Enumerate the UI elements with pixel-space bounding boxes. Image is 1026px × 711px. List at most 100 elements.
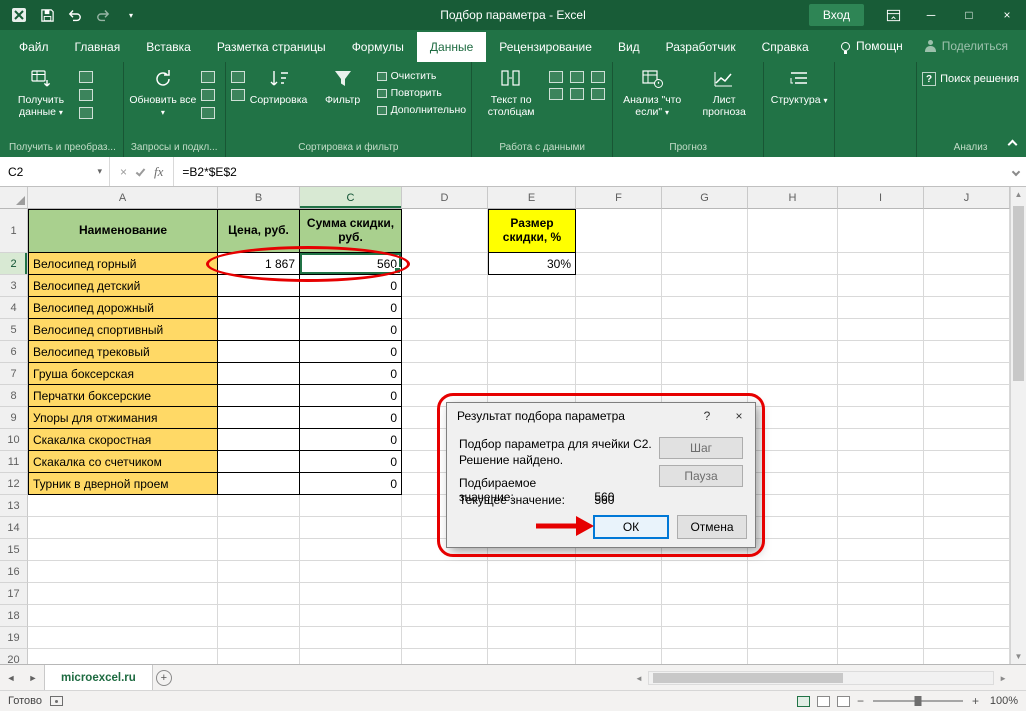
cell-D16[interactable] — [402, 561, 488, 583]
cell-A20[interactable] — [28, 649, 218, 664]
cell-D20[interactable] — [402, 649, 488, 664]
share-button[interactable]: Поделиться — [917, 30, 1016, 62]
cell-C20[interactable] — [300, 649, 402, 664]
cell-H3[interactable] — [748, 275, 838, 297]
cell-H2[interactable] — [748, 253, 838, 275]
cell-I4[interactable] — [838, 297, 924, 319]
hscroll-left-icon[interactable]: ◄ — [632, 674, 646, 683]
cell-C15[interactable] — [300, 539, 402, 561]
select-all-corner[interactable] — [0, 187, 28, 209]
cell-A9[interactable]: Упоры для отжимания — [28, 407, 218, 429]
cell-B16[interactable] — [218, 561, 300, 583]
row-header-18[interactable]: 18 — [0, 605, 28, 627]
cell-H17[interactable] — [748, 583, 838, 605]
sort-button[interactable]: Сортировка — [249, 64, 309, 106]
cell-J20[interactable] — [924, 649, 1010, 664]
macro-record-icon[interactable] — [50, 696, 63, 706]
tab-view[interactable]: Вид — [605, 32, 653, 62]
cell-A19[interactable] — [28, 627, 218, 649]
normal-view-icon[interactable] — [797, 696, 810, 707]
cell-B5[interactable] — [218, 319, 300, 341]
cell-B12[interactable] — [218, 473, 300, 495]
save-icon[interactable] — [34, 3, 60, 27]
cell-A16[interactable] — [28, 561, 218, 583]
cell-F20[interactable] — [576, 649, 662, 664]
solver-button[interactable]: ? Поиск решения — [922, 64, 1019, 86]
row-header-14[interactable]: 14 — [0, 517, 28, 539]
cell-E18[interactable] — [488, 605, 576, 627]
cell-H5[interactable] — [748, 319, 838, 341]
cell-B9[interactable] — [218, 407, 300, 429]
cell-J18[interactable] — [924, 605, 1010, 627]
cell-H8[interactable] — [748, 385, 838, 407]
cell-B20[interactable] — [218, 649, 300, 664]
cancel-entry-icon[interactable]: × — [120, 165, 127, 179]
cell-J17[interactable] — [924, 583, 1010, 605]
cell-I2[interactable] — [838, 253, 924, 275]
cell-B11[interactable] — [218, 451, 300, 473]
cell-D18[interactable] — [402, 605, 488, 627]
cell-I13[interactable] — [838, 495, 924, 517]
name-box-dropdown-icon[interactable]: ▾ — [90, 166, 109, 177]
cell-F5[interactable] — [576, 319, 662, 341]
row-header-5[interactable]: 5 — [0, 319, 28, 341]
cell-E5[interactable] — [488, 319, 576, 341]
cell-B7[interactable] — [218, 363, 300, 385]
edit-links-icon[interactable] — [201, 107, 215, 119]
sort-descending-icon[interactable] — [231, 89, 245, 101]
refresh-all-button[interactable]: Обновить все ▾ — [129, 64, 197, 118]
clear-filter-button[interactable]: Очистить — [377, 70, 467, 82]
column-header-D[interactable]: D — [402, 187, 488, 209]
cell-B14[interactable] — [218, 517, 300, 539]
vscroll-down-icon[interactable]: ▼ — [1015, 649, 1023, 664]
row-header-10[interactable]: 10 — [0, 429, 28, 451]
vscroll-thumb[interactable] — [1013, 206, 1024, 381]
cell-I20[interactable] — [838, 649, 924, 664]
cell-G6[interactable] — [662, 341, 748, 363]
cell-G18[interactable] — [662, 605, 748, 627]
zoom-in-icon[interactable]: + — [972, 694, 979, 708]
cell-F7[interactable] — [576, 363, 662, 385]
cell-I18[interactable] — [838, 605, 924, 627]
collapse-ribbon-icon[interactable] — [1009, 137, 1016, 151]
cell-G7[interactable] — [662, 363, 748, 385]
ribbon-display-options-icon[interactable] — [874, 0, 912, 30]
column-header-J[interactable]: J — [924, 187, 1010, 209]
cell-A3[interactable]: Велосипед детский — [28, 275, 218, 297]
cell-A7[interactable]: Груша боксерская — [28, 363, 218, 385]
tab-file[interactable]: Файл — [6, 32, 62, 62]
dialog-titlebar[interactable]: Результат подбора параметра ? × — [447, 403, 755, 429]
cell-B13[interactable] — [218, 495, 300, 517]
cell-G19[interactable] — [662, 627, 748, 649]
reapply-filter-button[interactable]: Повторить — [377, 87, 467, 99]
cell-H6[interactable] — [748, 341, 838, 363]
cell-C11[interactable]: 0 — [300, 451, 402, 473]
insert-function-icon[interactable]: fx — [154, 164, 163, 180]
cell-H7[interactable] — [748, 363, 838, 385]
column-header-C[interactable]: C — [300, 187, 402, 209]
row-header-15[interactable]: 15 — [0, 539, 28, 561]
cell-H10[interactable] — [748, 429, 838, 451]
cell-H13[interactable] — [748, 495, 838, 517]
close-button[interactable]: × — [988, 0, 1026, 30]
minimize-button[interactable]: ─ — [912, 0, 950, 30]
row-header-7[interactable]: 7 — [0, 363, 28, 385]
cell-B17[interactable] — [218, 583, 300, 605]
cell-I10[interactable] — [838, 429, 924, 451]
excel-app-icon[interactable] — [6, 3, 32, 27]
properties-icon[interactable] — [201, 71, 215, 83]
row-header-17[interactable]: 17 — [0, 583, 28, 605]
dialog-help-button[interactable]: ? — [691, 403, 723, 429]
cell-B15[interactable] — [218, 539, 300, 561]
redo-icon[interactable] — [90, 3, 116, 27]
cell-D2[interactable] — [402, 253, 488, 275]
cell-H16[interactable] — [748, 561, 838, 583]
page-layout-view-icon[interactable] — [817, 696, 830, 707]
cell-G4[interactable] — [662, 297, 748, 319]
cell-J2[interactable] — [924, 253, 1010, 275]
cell-J14[interactable] — [924, 517, 1010, 539]
cell-H11[interactable] — [748, 451, 838, 473]
cell-E4[interactable] — [488, 297, 576, 319]
cell-C9[interactable]: 0 — [300, 407, 402, 429]
workbook-connections-icon[interactable] — [201, 89, 215, 101]
